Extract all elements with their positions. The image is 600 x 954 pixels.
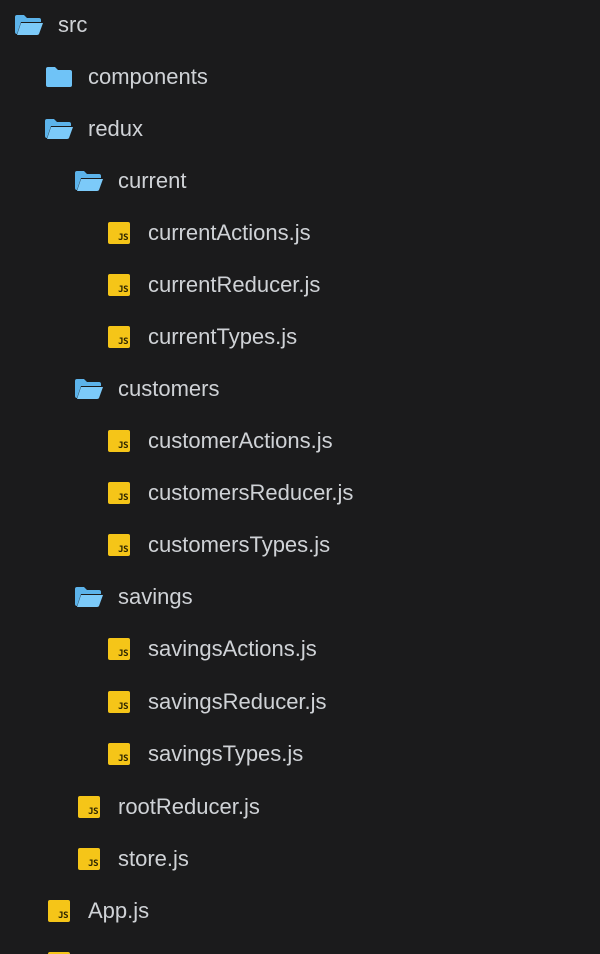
javascript-file-icon: JS — [74, 847, 104, 871]
tree-item-current[interactable]: current — [0, 159, 600, 203]
tree-item-customers-types-js[interactable]: JS customersTypes.js — [0, 523, 600, 567]
tree-item-label: components — [88, 64, 208, 89]
javascript-file-icon: JS — [74, 795, 104, 819]
javascript-file-icon: JS — [104, 637, 134, 661]
tree-item-label: savingsActions.js — [148, 636, 317, 661]
javascript-file-icon: JS — [104, 690, 134, 714]
tree-item-label: savingsReducer.js — [148, 689, 327, 714]
tree-item-savings-types-js[interactable]: JS savingsTypes.js — [0, 732, 600, 776]
tree-item-label: currentReducer.js — [148, 272, 321, 297]
tree-item-customers-reducer-js[interactable]: JS customersReducer.js — [0, 471, 600, 515]
tree-item-customers[interactable]: customers — [0, 367, 600, 411]
tree-item-label: currentTypes.js — [148, 324, 298, 349]
tree-item-app-js[interactable]: JS App.js — [0, 889, 600, 933]
tree-item-label: rootReducer.js — [118, 794, 260, 819]
tree-item-current-actions-js[interactable]: JS currentActions.js — [0, 211, 600, 255]
javascript-file-icon: JS — [104, 273, 134, 297]
tree-item-label: customersReducer.js — [148, 480, 354, 505]
tree-item-label: savings — [118, 584, 193, 609]
tree-item-root-reducer-js[interactable]: JS rootReducer.js — [0, 785, 600, 829]
tree-item-label: src — [58, 12, 88, 37]
javascript-file-icon: JS — [44, 899, 74, 923]
tree-item-current-reducer-js[interactable]: JS currentReducer.js — [0, 263, 600, 307]
tree-item-savings-actions-js[interactable]: JS savingsActions.js — [0, 627, 600, 671]
tree-item-savings-reducer-js[interactable]: JS savingsReducer.js — [0, 680, 600, 724]
tree-item-components[interactable]: components — [0, 55, 600, 99]
tree-item-label: customers — [118, 376, 220, 401]
folder-open-icon — [44, 117, 74, 141]
tree-item-label: currentActions.js — [148, 220, 311, 245]
tree-item-label: redux — [88, 116, 144, 141]
javascript-file-icon: JS — [104, 325, 134, 349]
tree-item-redux[interactable]: redux — [0, 107, 600, 151]
folder-open-icon — [14, 13, 44, 37]
javascript-file-icon: JS — [104, 742, 134, 766]
tree-item-partial[interactable] — [0, 941, 600, 954]
tree-item-label: customerActions.js — [148, 428, 333, 453]
tree-item-customer-actions-js[interactable]: JS customerActions.js — [0, 419, 600, 463]
tree-item-label: store.js — [118, 846, 189, 871]
tree-item-label: current — [118, 168, 187, 193]
tree-item-current-types-js[interactable]: JS currentTypes.js — [0, 315, 600, 359]
folder-closed-icon — [44, 65, 74, 89]
tree-item-label: savingsTypes.js — [148, 741, 304, 766]
tree-item-label: customersTypes.js — [148, 532, 331, 557]
javascript-file-icon: JS — [104, 533, 134, 557]
folder-open-icon — [74, 585, 104, 609]
folder-open-icon — [74, 377, 104, 401]
tree-item-src[interactable]: src — [0, 3, 600, 47]
folder-open-icon — [74, 169, 104, 193]
file-explorer-tree: src components redux current JS currentA… — [0, 0, 600, 954]
javascript-file-icon: JS — [104, 481, 134, 505]
javascript-file-icon: JS — [104, 429, 134, 453]
tree-item-savings[interactable]: savings — [0, 575, 600, 619]
tree-item-store-js[interactable]: JS store.js — [0, 837, 600, 881]
tree-item-label: App.js — [88, 898, 150, 923]
javascript-file-icon: JS — [104, 221, 134, 245]
